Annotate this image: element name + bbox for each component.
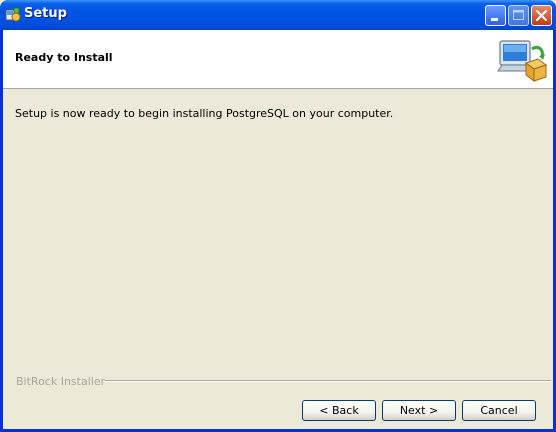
title-bar[interactable]: Setup xyxy=(0,0,556,30)
window-title: Setup xyxy=(24,6,67,21)
footer-separator xyxy=(105,380,551,382)
wizard-header: Ready to Install xyxy=(3,30,553,89)
minimize-button[interactable] xyxy=(485,5,506,26)
page-title: Ready to Install xyxy=(15,51,113,64)
dialog-client-area: Ready to Install Setup is now ready to b… xyxy=(3,30,553,429)
computer-install-icon xyxy=(496,35,548,83)
maximize-button[interactable] xyxy=(508,5,529,26)
maximize-icon xyxy=(513,10,524,20)
cancel-button[interactable]: Cancel xyxy=(462,400,536,421)
ready-message: Setup is now ready to begin installing P… xyxy=(15,107,394,120)
installer-brand-label: BitRock Installer xyxy=(16,375,106,388)
close-button[interactable] xyxy=(531,5,552,26)
minimize-icon xyxy=(491,18,498,21)
setup-window: Setup Ready to Install Setup is now read… xyxy=(0,0,556,432)
next-button[interactable]: Next > xyxy=(382,400,456,421)
close-icon xyxy=(536,10,547,21)
setup-icon xyxy=(5,7,21,23)
back-button[interactable]: < Back xyxy=(302,400,376,421)
